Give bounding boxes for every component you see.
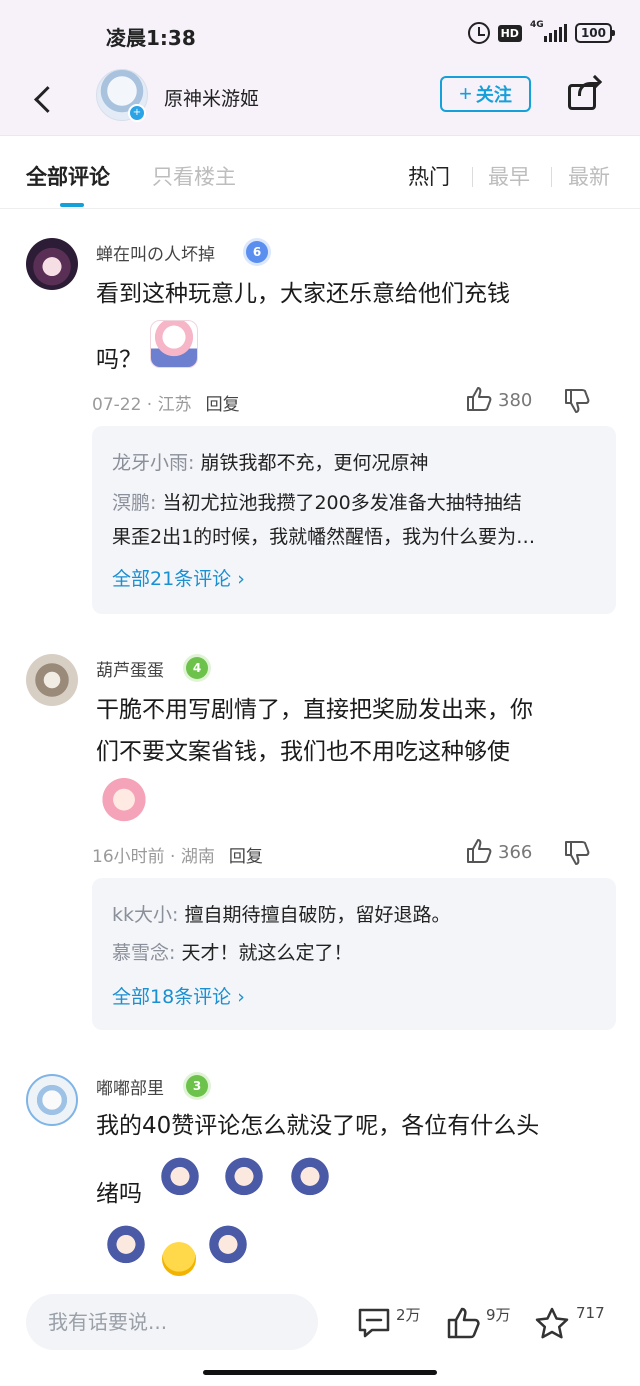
follow-label: 关注: [475, 85, 512, 105]
replies-preview[interactable]: 龙牙小雨: 崩铁我都不充，更何况原神 溟鹏: 当初尤拉池我攒了200多发准备大抽…: [92, 426, 616, 614]
status-bar: 凌晨1:38 HD 4G 100: [0, 0, 640, 66]
sort-earliest[interactable]: 最早: [488, 161, 530, 191]
view-all-replies-link[interactable]: 全部21条评论 ›: [112, 564, 245, 591]
reply-button[interactable]: 回复: [229, 847, 263, 867]
comment-item: 蝉在叫の人坏掉 6 看到这种玩意儿，大家还乐意给他们充钱 吗？ 07-22 · …: [0, 210, 640, 630]
reply-button[interactable]: 回复: [206, 395, 240, 415]
grin-emoji-icon: [162, 1242, 196, 1276]
sort-hot[interactable]: 热门: [408, 161, 450, 191]
comment-username[interactable]: 蝉在叫の人坏掉: [96, 240, 215, 265]
reply-text-continued: 果歪2出1的时候，我就幡然醒悟，我为什么要为…: [112, 526, 536, 548]
reply-author[interactable]: 溟鹏:: [112, 492, 156, 514]
comment-text: 们不要文案省钱，我们也不用吃这种够使: [96, 739, 510, 765]
active-tab-indicator: [60, 203, 84, 207]
pink-chibi-sticker-icon: [100, 778, 148, 826]
comment-item: 葫芦蛋蛋 4 干脆不用写剧情了，直接把奖励发出来，你 们不要文案省钱，我们也不用…: [0, 630, 640, 1050]
signal-icon: 4G: [530, 20, 567, 42]
comment-username[interactable]: 葫芦蛋蛋: [96, 656, 164, 681]
comment-meta: 16小时前 · 湖南 回复: [92, 842, 263, 867]
reply-text: 崩铁我都不充，更何况原神: [200, 452, 429, 474]
reply-text: 擅自期待擅自破防，留好退路。: [184, 904, 451, 926]
follow-button[interactable]: + 关注: [440, 76, 531, 112]
reply-author[interactable]: 慕雪念:: [112, 942, 175, 964]
alarm-icon: [467, 22, 490, 44]
comment-input[interactable]: 我有话要说...: [26, 1294, 318, 1350]
battery-icon: 100: [574, 23, 616, 43]
chibi-sticker-icon: [156, 1150, 204, 1198]
plus-icon: +: [459, 81, 472, 106]
reply-item: kk大小: 擅自期待擅自破防，留好退路。: [112, 898, 602, 932]
thumbs-down-icon[interactable]: [564, 388, 592, 414]
reply-item: 龙牙小雨: 崩铁我都不充，更何况原神: [112, 446, 602, 480]
status-time: 凌晨1:38: [106, 26, 196, 50]
view-all-replies-link[interactable]: 全部18条评论 ›: [112, 982, 245, 1009]
sort-newest[interactable]: 最新: [568, 161, 610, 191]
comment-date-location: 07-22 · 江苏: [92, 395, 192, 415]
reply-item: 慕雪念: 天才！就这么定了！: [112, 936, 602, 970]
hd-icon: HD: [497, 24, 522, 42]
comment-meta: 07-22 · 江苏 回复: [92, 390, 240, 415]
tab-all-comments[interactable]: 全部评论: [26, 161, 110, 191]
post-header: + 原神米游姬 + 关注: [0, 66, 640, 136]
reply-author[interactable]: 龙牙小雨:: [112, 452, 194, 474]
status-icons: HD 4G 100: [467, 20, 616, 44]
thumbs-up-icon[interactable]: [466, 386, 494, 412]
avatar[interactable]: [26, 654, 78, 706]
comment-username[interactable]: 嘟嘟部里: [96, 1074, 164, 1099]
chibi-sticker-icon: [204, 1218, 252, 1266]
thumbs-up-icon[interactable]: [446, 1306, 482, 1340]
bottom-action-bar: 我有话要说... 2万 9万 717: [0, 1282, 640, 1386]
favorite-count: 717: [576, 1304, 605, 1322]
comment-count: 2万: [396, 1306, 421, 1324]
verified-badge-icon: +: [128, 104, 146, 122]
reply-text: 天才！就这么定了！: [181, 942, 353, 964]
comment-date-location: 16小时前 · 湖南: [92, 847, 215, 867]
thanks-sticker-icon: [150, 320, 198, 368]
avatar[interactable]: [26, 1074, 78, 1126]
sort-divider: [551, 167, 552, 187]
reply-author[interactable]: kk大小:: [112, 904, 178, 926]
back-arrow-icon[interactable]: [28, 82, 64, 118]
comment-text: 干脆不用写剧情了，直接把奖励发出来，你: [96, 697, 533, 723]
comment-text: 我的40赞评论怎么就没了呢，各位有什么头: [96, 1113, 540, 1139]
avatar[interactable]: [26, 238, 78, 290]
share-icon[interactable]: [566, 74, 603, 112]
reply-text: 当初尤拉池我攒了200多发准备大抽特抽结: [162, 492, 522, 514]
tab-owner-only[interactable]: 只看楼主: [152, 161, 236, 191]
reply-item: 溟鹏: 当初尤拉池我攒了200多发准备大抽特抽结: [112, 486, 602, 520]
level-badge: 6: [246, 241, 268, 263]
chibi-sticker-icon: [286, 1150, 334, 1198]
comment-icon[interactable]: [356, 1306, 392, 1340]
chibi-sticker-icon: [220, 1150, 268, 1198]
level-badge: 3: [186, 1075, 208, 1097]
thumbs-down-icon[interactable]: [564, 840, 592, 866]
home-indicator[interactable]: [203, 1370, 437, 1375]
comment-text: 吗？: [96, 347, 142, 373]
comment-item: 嘟嘟部里 3 我的40赞评论怎么就没了呢，各位有什么头 绪吗: [0, 1050, 640, 1282]
like-count: 366: [498, 842, 533, 863]
comment-text: 绪吗: [96, 1181, 142, 1207]
like-count: 380: [498, 390, 533, 411]
network-type: 4G: [529, 20, 544, 30]
star-icon[interactable]: [534, 1306, 570, 1340]
comment-tabs: 全部评论 只看楼主 热门 最早 最新: [0, 137, 640, 209]
sort-divider: [472, 167, 473, 187]
thumbs-up-icon[interactable]: [466, 838, 494, 864]
chibi-sticker-icon: [102, 1218, 150, 1266]
account-name[interactable]: 原神米游姬: [164, 84, 259, 111]
comment-text: 看到这种玩意儿，大家还乐意给他们充钱: [96, 281, 510, 307]
level-badge: 4: [186, 657, 208, 679]
post-like-count: 9万: [486, 1306, 511, 1324]
replies-preview[interactable]: kk大小: 擅自期待擅自破防，留好退路。 慕雪念: 天才！就这么定了！ 全部18…: [92, 878, 616, 1030]
